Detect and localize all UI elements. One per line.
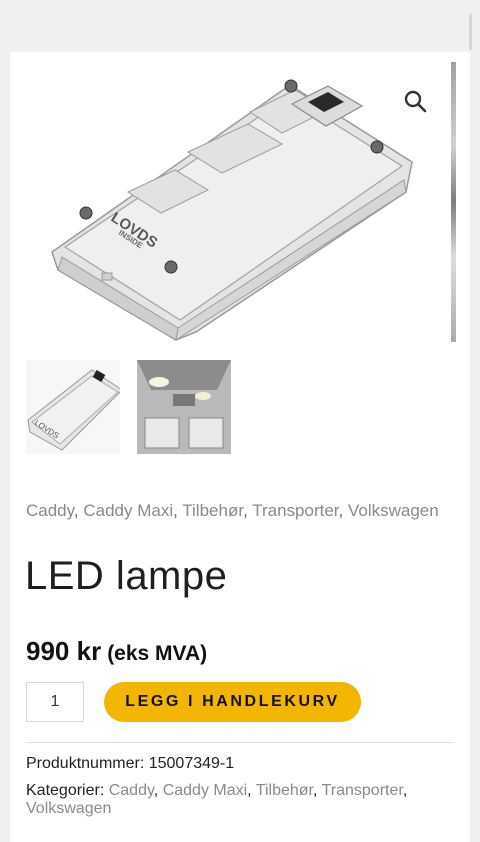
meta-category-link-caddy[interactable]: Caddy	[109, 782, 154, 799]
product-page: LOVDS INSIDE LOVDS Caddy, Caddy Maxi, Ti…	[10, 52, 470, 842]
product-gallery[interactable]: LOVDS INSIDE	[10, 52, 470, 352]
quantity-input[interactable]	[26, 682, 84, 722]
van-interior-thumbnail-image	[137, 360, 231, 454]
categories-label: Kategorier:	[26, 782, 105, 799]
divider	[26, 742, 454, 743]
sku-row: Produktnummer: 15007349-1	[26, 755, 456, 773]
category-separator: ,	[173, 501, 178, 520]
categories-row: Kategorier: Caddy, Caddy Maxi, Tilbehør,…	[26, 782, 456, 818]
product-price: 990 kr (eks MVA)	[26, 636, 207, 667]
category-separator: ,	[402, 782, 408, 799]
meta-category-link-volkswagen[interactable]: Volkswagen	[26, 800, 111, 817]
category-separator: ,	[153, 782, 159, 799]
category-separator: ,	[243, 501, 248, 520]
search-icon	[404, 90, 427, 113]
category-separator: ,	[73, 501, 79, 520]
category-link-volkswagen[interactable]: Volkswagen	[348, 501, 439, 520]
add-to-cart-button[interactable]: LEGG I HANDLEKURV	[104, 682, 361, 722]
category-separator: ,	[338, 501, 344, 520]
meta-category-link-transporter[interactable]: Transporter	[322, 782, 403, 799]
scrollbar[interactable]	[469, 14, 472, 50]
thumbnail-led-lamp[interactable]: LOVDS	[26, 360, 120, 454]
category-link-tilbehor[interactable]: Tilbehør	[182, 501, 243, 520]
category-link-transporter[interactable]: Transporter	[252, 501, 338, 520]
led-lamp-thumbnail-image: LOVDS	[27, 369, 120, 451]
next-slide-preview[interactable]	[451, 62, 456, 342]
thumbnail-strip: LOVDS	[26, 360, 231, 456]
price-amount: 990 kr	[26, 636, 102, 666]
vat-note: (eks MVA)	[107, 642, 208, 665]
meta-category-link-tilbehor[interactable]: Tilbehør	[256, 782, 313, 799]
product-categories: Caddy, Caddy Maxi, Tilbehør, Transporter…	[26, 501, 446, 520]
meta-category-link-caddy-maxi[interactable]: Caddy Maxi	[163, 782, 247, 799]
zoom-button[interactable]	[400, 86, 430, 116]
sku-value: 15007349-1	[148, 755, 235, 772]
category-link-caddy-maxi[interactable]: Caddy Maxi	[83, 501, 173, 520]
category-separator: ,	[312, 782, 318, 799]
thumbnail-van-interior[interactable]	[137, 360, 231, 454]
category-separator: ,	[247, 782, 252, 799]
product-title: LED lampe	[25, 554, 228, 598]
sku-label: Produktnummer:	[26, 755, 145, 772]
category-link-caddy[interactable]: Caddy	[26, 501, 74, 520]
